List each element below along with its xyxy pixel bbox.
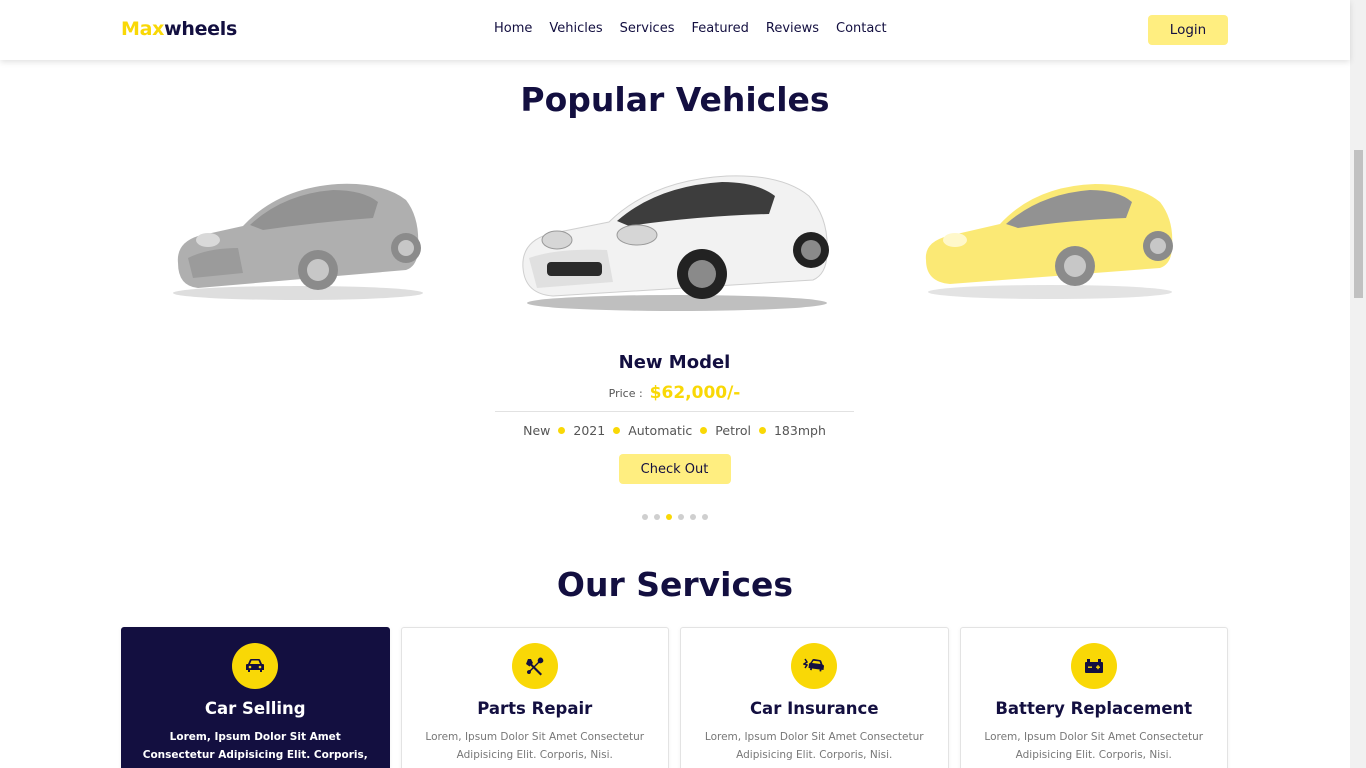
vehicle-specs: New 2021 Automatic Petrol 183mph (495, 423, 854, 438)
car-battery-icon (1070, 643, 1117, 689)
service-text: Lorem, Ipsum Dolor Sit Amet Consectetur … (142, 731, 368, 768)
pagination-dot[interactable] (654, 514, 660, 520)
pagination-dot[interactable] (702, 514, 708, 520)
logo-accent: Max (121, 18, 165, 40)
vehicles-heading: Popular Vehicles (0, 80, 1350, 119)
service-title: Car Insurance (749, 699, 879, 718)
spec-transmission: Automatic (628, 423, 693, 438)
scrollbar-thumb[interactable] (1354, 150, 1363, 298)
login-button[interactable]: Login (1148, 15, 1228, 45)
site-header: Maxwheels Home Vehicles Services Feature… (0, 0, 1350, 60)
main-nav: Home Vehicles Services Featured Reviews … (494, 21, 904, 36)
service-text: Lorem, Ipsum Dolor Sit Amet Consectetur … (425, 731, 645, 761)
carousel-pagination (642, 514, 708, 520)
spec-dot (700, 427, 708, 434)
price-value: $62,000/- (649, 383, 741, 403)
car-image-yellow[interactable] (920, 180, 1178, 302)
car-image-gray[interactable] (168, 178, 428, 303)
nav-featured[interactable]: Featured (691, 21, 748, 36)
spec-year: 2021 (573, 423, 606, 438)
price-row: Price : $62,000/- (495, 383, 854, 403)
divider (495, 411, 854, 412)
services-grid: Car Selling Lorem, Ipsum Dolor Sit Amet … (121, 627, 1228, 768)
pagination-dot[interactable] (690, 514, 696, 520)
service-title: Car Selling (204, 699, 306, 718)
spec-condition: New (523, 423, 551, 438)
car-crash-icon (791, 643, 838, 689)
pagination-dot-active[interactable] (666, 514, 672, 520)
spec-dot (558, 427, 566, 434)
spec-dot (758, 427, 766, 434)
nav-services[interactable]: Services (620, 21, 675, 36)
service-card-parts-repair[interactable]: Parts Repair Lorem, Ipsum Dolor Sit Amet… (400, 627, 669, 768)
services-heading-plain: Our (556, 565, 625, 604)
price-label: Price : (608, 386, 643, 400)
logo[interactable]: Maxwheels (121, 18, 237, 40)
services-heading: Our Services (0, 565, 1350, 604)
vehicle-info: New Model Price : $62,000/- New 2021 Aut… (495, 352, 854, 484)
pagination-dot[interactable] (642, 514, 648, 520)
service-title: Battery Replacement (995, 699, 1193, 718)
service-card-car-insurance[interactable]: Car Insurance Lorem, Ipsum Dolor Sit Ame… (680, 627, 949, 768)
nav-vehicles[interactable]: Vehicles (549, 21, 602, 36)
service-text: Lorem, Ipsum Dolor Sit Amet Consectetur … (704, 731, 924, 761)
nav-contact[interactable]: Contact (836, 21, 887, 36)
car-image-white[interactable] (517, 170, 835, 315)
nav-home[interactable]: Home (494, 21, 532, 36)
service-title: Parts Repair (477, 699, 593, 718)
tools-icon (511, 643, 558, 689)
page-scrollbar[interactable] (1350, 0, 1366, 768)
pagination-dot[interactable] (678, 514, 684, 520)
service-card-car-selling[interactable]: Car Selling Lorem, Ipsum Dolor Sit Amet … (121, 627, 390, 768)
services-heading-highlight: Services (636, 565, 794, 604)
spec-dot (613, 427, 621, 434)
nav-reviews[interactable]: Reviews (766, 21, 819, 36)
car-front-icon (232, 643, 279, 689)
spec-speed: 183mph (773, 423, 826, 438)
service-text: Lorem, Ipsum Dolor Sit Amet Consectetur … (984, 731, 1204, 761)
vehicles-heading-plain: Popular (520, 80, 665, 119)
service-card-battery-replacement[interactable]: Battery Replacement Lorem, Ipsum Dolor S… (959, 627, 1228, 768)
check-out-button[interactable]: Check Out (618, 454, 731, 484)
vehicle-name: New Model (618, 352, 731, 373)
logo-text: wheels (164, 18, 237, 40)
spec-fuel: Petrol (715, 423, 751, 438)
vehicles-heading-highlight: Vehicles (675, 80, 830, 119)
